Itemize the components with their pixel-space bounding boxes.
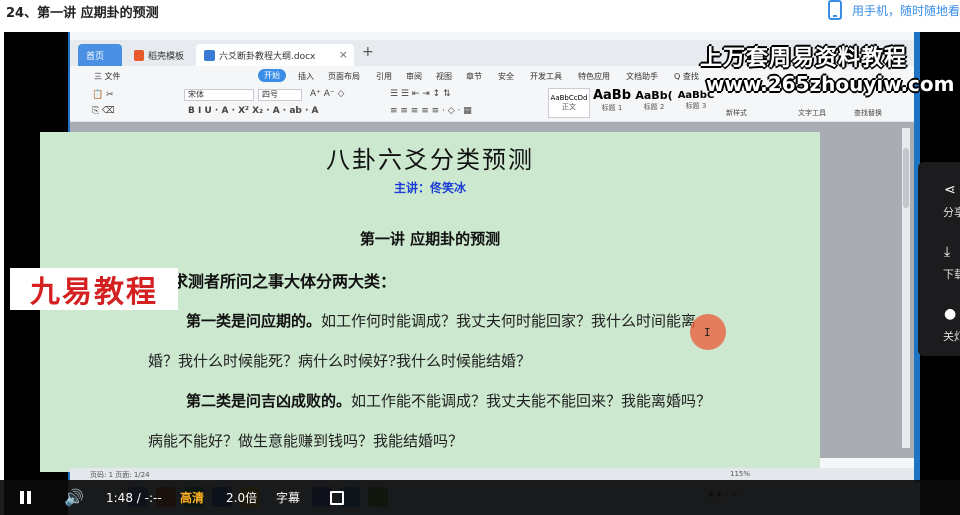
style-normal-sample: AaBbCcDd xyxy=(550,94,588,102)
lightbulb-icon: ● xyxy=(944,306,957,322)
word-doc-icon xyxy=(204,49,215,61)
pause-button[interactable] xyxy=(20,480,34,515)
share-icon: ⋖ xyxy=(944,182,956,198)
list-icons[interactable]: ☰ ☰ ⇤ ⇥ ↕ ⇅ xyxy=(390,89,451,99)
side-action-panel: ⋖ 分享 ⤓ 下载 ● 关灯 xyxy=(918,162,960,356)
paragraph-1-text: 如工作何时能调成？我丈夫何时能回家？我什么时间能离 xyxy=(321,312,697,330)
font-grow-shrink-icon[interactable]: A⁺ A⁻ ◇ xyxy=(310,89,344,99)
font-family-select[interactable]: 宋体 xyxy=(184,89,254,101)
watermark-title: 上万套周易资料教程 xyxy=(700,46,908,71)
status-zoom[interactable]: 115% xyxy=(730,470,750,478)
align-icons[interactable]: ≡ ≡ ≡ ≡ ≡ · ◇ · ▦ xyxy=(390,106,472,116)
menu-features[interactable]: 特色应用 xyxy=(578,71,610,82)
text-tools-button[interactable]: 文字工具 xyxy=(798,108,826,118)
paragraph-2-line-2: 病能不能好？做生意能赚到钱吗？我能结婚吗？ xyxy=(148,432,464,450)
paragraph-2-lead: 第二类是问吉凶成败的。 xyxy=(186,392,352,410)
pause-icon xyxy=(27,491,31,504)
pause-icon xyxy=(20,491,24,504)
style-normal-label: 正文 xyxy=(562,103,576,111)
quality-button[interactable]: 高清 xyxy=(180,480,204,515)
playback-time: 1:48 / -:-- xyxy=(106,490,162,505)
page-header: 24、第一讲 应期卦的预测 用手机，随时随地看 xyxy=(0,0,960,30)
menu-search[interactable]: Q 查找 xyxy=(674,71,699,82)
menu-start[interactable]: 开始 xyxy=(258,69,286,82)
mobile-watch-label: 用手机，随时随地看 xyxy=(851,3,960,18)
tab-template-store-label: 稻壳模板 xyxy=(147,51,184,62)
style-normal[interactable]: AaBbCcDd 正文 xyxy=(548,88,590,118)
video-title: 24、第一讲 应期卦的预测 xyxy=(6,6,159,21)
paragraph-1-line-2: 婚？我什么时候能死？病什么时候好?我什么时候能结婚？ xyxy=(148,352,532,370)
volume-icon[interactable]: 🔊 xyxy=(64,480,84,515)
scrollbar-thumb[interactable] xyxy=(903,148,909,208)
download-button[interactable]: ⤓ 下载 xyxy=(918,234,960,286)
menu-section[interactable]: 章节 xyxy=(466,71,482,82)
paragraph-2-text: 如工作能不能调成？我丈夫能不能回来？我能离婚吗？ xyxy=(351,392,712,410)
share-button[interactable]: ⋖ 分享 xyxy=(918,172,960,224)
menu-reference[interactable]: 引用 xyxy=(376,71,392,82)
style-heading-2[interactable]: AaBb( 标题 2 xyxy=(634,88,674,118)
paragraph-1-lead: 第一类是问应期的。 xyxy=(186,312,322,330)
subtitle-button[interactable]: 字幕 xyxy=(276,480,300,515)
paragraph-1-line-1: 第一类是问应期的。如工作何时能调成？我丈夫何时能回家？我什么时间能离 xyxy=(186,310,696,331)
style-heading-3-label: 标题 3 xyxy=(685,102,707,110)
format-painter-icon[interactable]: ⎘ ⌫ xyxy=(92,106,115,116)
style-heading-1[interactable]: AaBb 标题 1 xyxy=(592,88,632,118)
close-tab-icon[interactable]: × xyxy=(339,48,348,61)
video-player[interactable]: 首页 稻壳模板 六爻断卦教程大纲.docx × + 三 文件 开始 插入 页面布… xyxy=(4,32,960,515)
watermark-url: www.265zhouyiw.com xyxy=(706,72,955,96)
paste-icon[interactable]: 📋 ✂ xyxy=(92,90,114,100)
document-scrollbar[interactable] xyxy=(902,128,910,448)
new-tab-icon[interactable]: + xyxy=(362,44,374,60)
text-format-icons[interactable]: B I U · A · X² X₂ · A · ab · A xyxy=(188,106,319,116)
text-cursor-icon: I xyxy=(704,326,711,339)
player-control-bar: 🔊 1:48 / -:-- 高清 2.0倍 字幕 xyxy=(0,480,960,515)
tab-home[interactable]: 首页 xyxy=(78,44,122,66)
speed-button[interactable]: 2.0倍 xyxy=(226,480,257,515)
style-heading-1-sample: AaBb xyxy=(592,88,632,103)
menu-insert[interactable]: 插入 xyxy=(298,71,314,82)
menu-security[interactable]: 安全 xyxy=(498,71,514,82)
font-size-select[interactable]: 四号 xyxy=(258,89,302,101)
style-heading-2-label: 标题 2 xyxy=(643,103,665,111)
download-label: 下载 xyxy=(943,268,960,281)
share-label: 分享 xyxy=(943,206,960,219)
watermark-brand: 九易教程 xyxy=(10,268,178,310)
docer-logo-icon xyxy=(134,49,144,61)
document-lecture-heading: 第一讲 应期卦的预测 xyxy=(359,230,501,248)
document-title: 八卦六爻分类预测 xyxy=(326,146,534,174)
menu-developer[interactable]: 开发工具 xyxy=(530,71,562,82)
new-style-button[interactable]: 新样式 xyxy=(726,108,747,118)
menu-doc-assistant[interactable]: 文档助手 xyxy=(626,71,658,82)
light-toggle-label: 关灯 xyxy=(943,330,960,343)
fullscreen-icon xyxy=(330,490,344,505)
menu-view[interactable]: 视图 xyxy=(436,71,452,82)
fullscreen-button[interactable] xyxy=(330,480,344,515)
paragraph-2-line-1: 第二类是问吉凶成败的。如工作能不能调成？我丈夫能不能回来？我能离婚吗？ xyxy=(186,390,711,411)
style-heading-2-sample: AaBb( xyxy=(635,89,673,102)
tab-template-store[interactable]: 稻壳模板 xyxy=(126,44,192,66)
document-lecturer: 主讲：佟笑冰 xyxy=(393,181,466,195)
status-page-info: 页码: 1 页面: 1/24 xyxy=(90,471,150,479)
phone-icon xyxy=(827,0,842,20)
menu-file[interactable]: 三 文件 xyxy=(94,71,121,82)
menu-review[interactable]: 审阅 xyxy=(406,71,422,82)
find-replace-button[interactable]: 查找替换 xyxy=(854,108,882,118)
style-heading-1-label: 标题 1 xyxy=(601,104,623,112)
tab-document-label: 六爻断卦教程大纲.docx xyxy=(219,51,316,62)
mobile-watch-link[interactable]: 用手机，随时随地看 xyxy=(827,0,960,20)
light-toggle-button[interactable]: ● 关灯 xyxy=(918,296,960,348)
download-icon: ⤓ xyxy=(944,244,951,260)
menu-page-layout[interactable]: 页面布局 xyxy=(328,71,360,82)
tab-document[interactable]: 六爻断卦教程大纲.docx × xyxy=(196,44,354,66)
